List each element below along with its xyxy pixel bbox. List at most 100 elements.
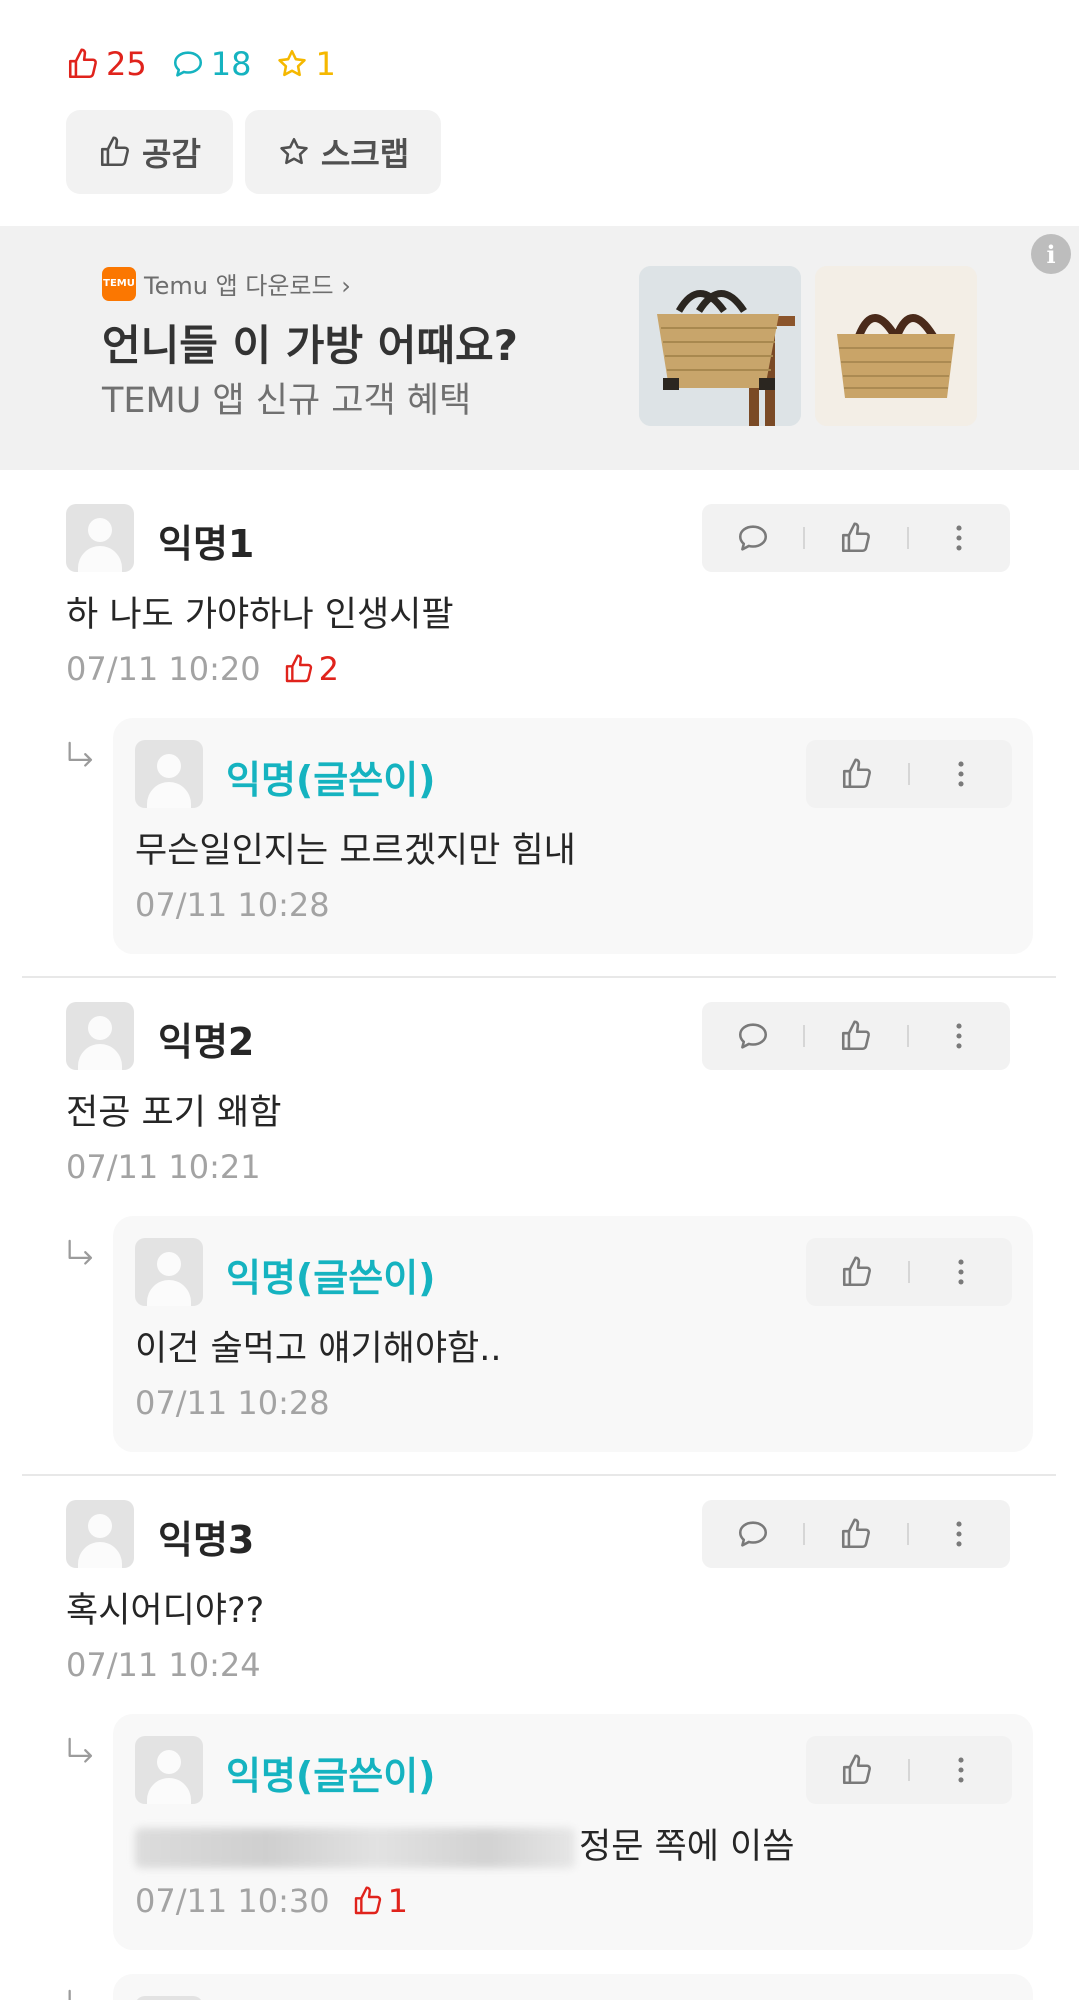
scrap-button-label: 스크랩 [320, 135, 410, 173]
reply-like-button[interactable] [806, 740, 908, 808]
reply-like-value: 1 [387, 1882, 408, 1920]
ad-title: 언니들 이 가방 어때요? [102, 321, 518, 370]
reply-meta: 07/11 10:28 [135, 886, 330, 924]
thumbs-up-icon [840, 757, 874, 791]
comment-like-button[interactable] [805, 1500, 906, 1568]
avatar [135, 740, 203, 808]
thumbs-up-icon [98, 135, 132, 169]
reply-nickname: 익명(글쓴이) [226, 1754, 436, 1798]
avatar [66, 1002, 134, 1070]
thumbs-up-icon [352, 1885, 384, 1917]
more-vertical-icon [942, 1019, 976, 1053]
more-vertical-icon [944, 1753, 978, 1787]
info-icon[interactable]: i [1031, 234, 1071, 274]
reply-arrow-icon [64, 1736, 98, 1770]
comment-time: 07/11 10:20 [66, 650, 261, 688]
thumbs-up-icon [839, 521, 873, 555]
more-options-button[interactable] [909, 504, 1010, 572]
thumbs-up-icon [840, 1753, 874, 1787]
thumbs-up-icon [839, 1517, 873, 1551]
like-count-value: 25 [106, 45, 147, 83]
comment-like-value: 2 [318, 650, 339, 688]
reply [113, 1974, 1033, 2000]
reply-nickname: 익명(글쓴이) [226, 758, 436, 802]
more-vertical-icon [942, 1517, 976, 1551]
more-options-button[interactable] [909, 1500, 1010, 1568]
reply-text-row: 정문 쪽에 이씀 [135, 1818, 794, 1869]
comment-nickname: 익명2 [158, 1020, 255, 1064]
more-options-button[interactable] [909, 1002, 1010, 1070]
avatar [66, 504, 134, 572]
scrap-count-value: 1 [315, 45, 336, 83]
reply: 익명(글쓴이) 이건 술먹고 얘기해야함.. 07/11 10:28 [113, 1216, 1033, 1452]
avatar [135, 1238, 203, 1306]
reply-text: 이건 술먹고 얘기해야함.. [135, 1329, 502, 1369]
reply-time: 07/11 10:28 [135, 1384, 330, 1422]
comment-text: 혹시어디야?? [66, 1591, 265, 1631]
comment-bubble-icon [736, 1517, 770, 1551]
reply-like-button[interactable] [806, 1238, 908, 1306]
like-count: 25 [66, 45, 147, 83]
reply-text: 무슨일인지는 모르겠지만 힘내 [135, 831, 576, 871]
thumbs-up-icon [839, 1019, 873, 1053]
temu-logo: TEMU [102, 266, 136, 301]
divider [22, 1474, 1056, 1476]
avatar [135, 1736, 203, 1804]
reply-like-button[interactable] [806, 1736, 908, 1804]
star-icon [275, 47, 309, 81]
comment-count: 18 [171, 45, 252, 83]
thumbs-up-icon [283, 653, 315, 685]
comment-controls [702, 1500, 1010, 1568]
thumbs-up-icon [840, 1255, 874, 1289]
more-vertical-icon [942, 521, 976, 555]
comment-meta: 07/11 10:20 2 [66, 650, 339, 688]
scrap-count: 1 [275, 45, 336, 83]
post-stats: 25 18 1 [66, 42, 336, 86]
ad-source-label: Temu 앱 다운로드 › [144, 272, 351, 300]
reply-arrow-icon [64, 1238, 98, 1272]
comment-meta: 07/11 10:21 [66, 1148, 261, 1186]
more-options-button[interactable] [910, 1736, 1012, 1804]
more-options-button[interactable] [910, 740, 1012, 808]
comment-count-value: 18 [210, 45, 252, 83]
comment-text: 하 나도 가야하나 인생시팔 [66, 595, 454, 635]
thumbs-up-icon [66, 47, 100, 81]
comment-controls [702, 504, 1010, 572]
comment-thread: 익명1 하 나도 가야하나 인생시팔 07/11 10:20 2 익명(글쓴이)… [0, 504, 1079, 962]
ad-product-image[interactable] [815, 266, 977, 426]
reply-meta: 07/11 10:30 1 [135, 1882, 408, 1920]
scrap-button[interactable]: 스크랩 [244, 110, 442, 194]
post-actions: 공감 스크랩 [66, 110, 442, 194]
comment-time: 07/11 10:21 [66, 1148, 261, 1186]
reply-button[interactable] [702, 1500, 803, 1568]
ad-source[interactable]: TEMU Temu 앱 다운로드 › [102, 266, 351, 301]
comment-like-button[interactable] [805, 1002, 906, 1070]
reply-arrow-icon [64, 740, 98, 774]
reply-meta: 07/11 10:28 [135, 1384, 330, 1422]
comment-thread: 익명2 전공 포기 왜함 07/11 10:21 익명(글쓴이) 이건 술먹고 … [0, 1002, 1079, 1460]
comment-nickname: 익명1 [158, 522, 255, 566]
star-icon [277, 135, 311, 169]
reply-arrow-icon [64, 1988, 98, 2000]
reply-controls [806, 1238, 1012, 1306]
reply-controls [806, 740, 1012, 808]
ad-product-image[interactable] [639, 266, 801, 426]
comment-like-button[interactable] [805, 504, 906, 572]
avatar [135, 1996, 203, 2000]
reply: 익명(글쓴이) 무슨일인지는 모르겠지만 힘내 07/11 10:28 [113, 718, 1033, 954]
reply-button[interactable] [702, 1002, 803, 1070]
ad-banner[interactable]: TEMU Temu 앱 다운로드 › 언니들 이 가방 어때요? TEMU 앱 … [0, 226, 1079, 470]
ad-subtitle: TEMU 앱 신규 고객 혜택 [102, 381, 472, 421]
comment-nickname: 익명3 [158, 1518, 255, 1562]
reply-text: 정문 쪽에 이씀 [579, 1827, 795, 1867]
like-button[interactable]: 공감 [66, 110, 233, 194]
reply-button[interactable] [702, 504, 803, 572]
reply-controls [806, 1736, 1012, 1804]
reply-like-count: 1 [352, 1882, 408, 1920]
more-options-button[interactable] [910, 1238, 1012, 1306]
comment-meta: 07/11 10:24 [66, 1646, 261, 1684]
more-vertical-icon [944, 1255, 978, 1289]
comment-bubble-icon [171, 47, 205, 81]
reply-time: 07/11 10:28 [135, 886, 330, 924]
reply: 익명(글쓴이) 정문 쪽에 이씀 07/11 10:30 1 [113, 1714, 1033, 1950]
